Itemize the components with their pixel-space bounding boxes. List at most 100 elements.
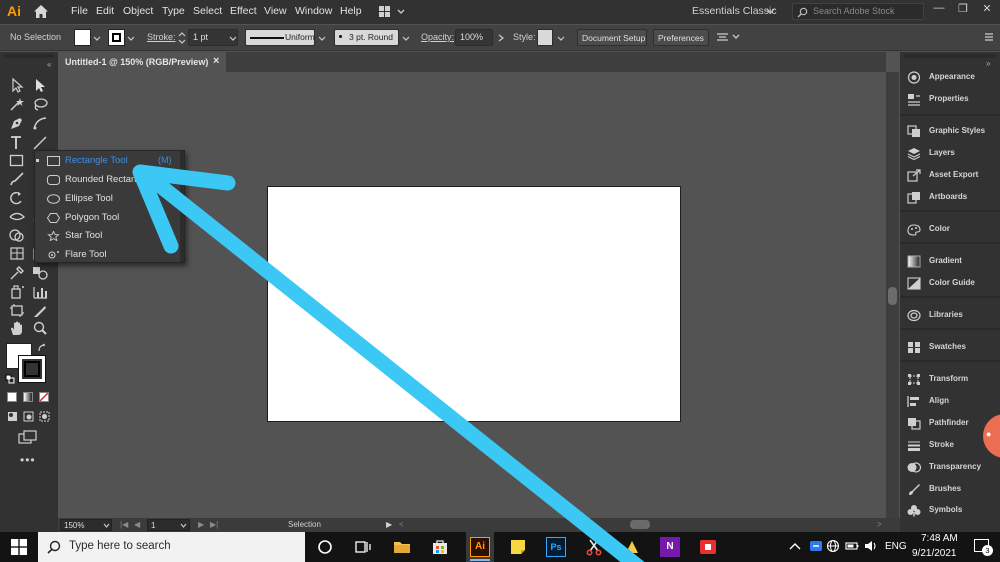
home-icon[interactable] [33,4,49,19]
fill-swatch[interactable] [74,29,91,46]
microsoft-store-icon[interactable] [430,537,450,557]
clock-date[interactable]: 9/21/2021 [912,548,957,559]
draw-inside-icon[interactable] [39,411,50,422]
align-options-icon[interactable] [716,31,742,44]
panel-artboards[interactable]: Artboards [905,190,997,206]
status-menu-icon[interactable]: ▶ [386,520,392,529]
panel-appearance[interactable]: Appearance [905,70,997,86]
chevron-down-icon[interactable] [93,36,101,41]
opacity-label[interactable]: Opacity: [421,32,454,42]
flyout-flare-tool[interactable]: Flare Tool [35,246,184,265]
eyedropper-icon[interactable] [8,264,26,281]
windows-start-icon[interactable] [11,539,27,555]
menu-edit[interactable]: Edit [96,5,114,17]
symbol-sprayer-icon[interactable] [8,283,26,300]
rotate-tool-icon[interactable] [8,190,26,207]
collapse-toolbar-icon[interactable]: « [47,60,55,69]
stock-search-input[interactable]: Search Adobe Stock [792,3,924,20]
document-setup-button[interactable]: Document Setup [577,29,647,46]
draw-behind-icon[interactable] [23,411,34,422]
last-artboard-icon[interactable]: ▶| [210,520,218,529]
menu-view[interactable]: View [264,5,287,17]
menu-effect[interactable]: Effect [230,5,257,17]
tool-status[interactable]: Selection [288,520,321,529]
sticky-notes-icon[interactable] [508,537,528,557]
artboard[interactable] [267,186,681,422]
network-globe-icon[interactable] [826,539,840,553]
zoom-field[interactable]: 150% [60,519,112,531]
paint-app-icon[interactable] [622,537,642,557]
document-tab[interactable]: Untitled-1 @ 150% (RGB/Preview) × [58,52,226,72]
graphic-style-swatch[interactable] [537,29,553,46]
panel-asset-export[interactable]: Asset Export [905,168,997,184]
cortana-icon[interactable] [315,537,335,557]
snipping-tool-icon[interactable] [584,537,604,557]
rectangle-tool-icon[interactable] [8,152,26,169]
column-graph-icon[interactable] [31,283,49,300]
screen-mode-icon[interactable] [18,430,38,444]
slice-tool-icon[interactable] [31,302,49,319]
lasso-icon[interactable] [31,96,49,113]
flyout-polygon-tool[interactable]: Polygon Tool [35,209,184,228]
toolbar-grip[interactable] [4,54,54,58]
panel-graphic-styles[interactable]: Graphic Styles [905,124,997,140]
menu-file[interactable]: File [71,5,88,17]
chevron-right-icon[interactable] [498,34,504,42]
volume-icon[interactable] [864,539,878,553]
panel-properties[interactable]: Properties [905,92,997,108]
blend-tool-icon[interactable] [31,264,49,281]
panel-symbols[interactable]: Symbols [905,503,997,519]
line-segment-tool-icon[interactable] [31,134,49,151]
default-fill-stroke-icon[interactable] [5,374,15,384]
panel-layers[interactable]: Layers [905,146,997,162]
panel-dock-grip[interactable] [904,54,996,58]
menu-select[interactable]: Select [193,5,222,17]
collapse-panels-icon[interactable]: » [986,59,990,68]
magic-wand-icon[interactable] [8,96,26,113]
show-hidden-icons[interactable] [789,541,801,551]
stroke-swatch[interactable] [108,29,125,46]
panel-transform[interactable]: Transform [905,372,997,388]
flyout-tearoff-handle[interactable] [180,151,184,262]
stroke-color-box[interactable] [18,355,46,383]
swap-fill-stroke-icon[interactable] [37,343,47,353]
panel-align[interactable]: Align [905,394,997,410]
flyout-rounded-rectangle-tool[interactable]: Rounded Rectangle Tool [35,171,184,190]
photoshop-taskbar-icon[interactable]: Ps [546,537,566,557]
zoom-tool-icon[interactable] [31,320,49,337]
taskbar-search-box[interactable]: Type here to search [38,532,305,562]
flyout-rectangle-tool[interactable]: Rectangle Tool (M) [35,152,184,171]
artboard-number-field[interactable]: 1 [147,519,190,531]
type-tool-icon[interactable] [8,134,26,151]
panel-color[interactable]: Color [905,222,997,238]
shape-builder-icon[interactable] [8,227,26,244]
clock-time[interactable]: 7:48 AM [921,533,958,544]
artboard-tool-icon[interactable] [8,302,26,319]
menu-type[interactable]: Type [162,5,185,17]
perspective-grid-icon[interactable] [8,245,26,262]
flyout-ellipse-tool[interactable]: Ellipse Tool [35,190,184,209]
workspace-switcher[interactable]: Essentials Classic [692,5,777,17]
scroll-right-icon[interactable]: > [877,520,882,529]
panel-gradient[interactable]: Gradient [905,254,997,270]
panel-color-guide[interactable]: Color Guide [905,276,997,292]
menu-window[interactable]: Window [295,5,332,17]
stroke-label[interactable]: Stroke: [147,32,176,42]
menu-help[interactable]: Help [340,5,362,17]
input-language[interactable]: ENG [885,541,907,552]
width-tool-icon[interactable] [8,208,26,225]
curvature-tool-icon[interactable] [31,115,49,132]
panel-menu-icon[interactable] [984,32,994,44]
flyout-star-tool[interactable]: Star Tool [35,227,184,246]
scrollbar-thumb[interactable] [888,287,897,305]
first-artboard-icon[interactable]: |◀ [120,520,128,529]
task-view-icon[interactable] [353,537,373,557]
next-artboard-icon[interactable]: ▶ [198,520,204,529]
panel-libraries[interactable]: Libraries [905,308,997,324]
edit-toolbar-icon[interactable]: ••• [20,453,36,467]
gradient-mode-button[interactable] [23,392,33,402]
chevron-down-icon[interactable] [766,8,775,15]
battery-icon[interactable] [845,539,859,553]
screen-recorder-icon[interactable] [698,537,718,557]
restore-button[interactable]: ❐ [952,2,974,20]
